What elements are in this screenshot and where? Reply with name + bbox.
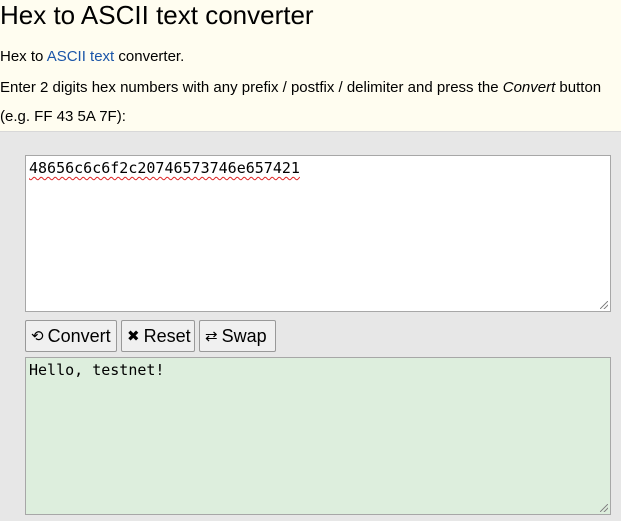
resize-handle-icon[interactable] [600,301,608,309]
intro-prefix: Hex to [0,48,47,65]
hex-input-value: 48656c6c6f2c20746573746e657421 [29,159,300,177]
ascii-output-textarea[interactable]: Hello, testnet! [25,357,611,515]
resize-handle-icon[interactable] [600,504,608,512]
intro-text: Hex to ASCII text converter. [0,48,184,66]
swap-button[interactable]: ⇄ Swap [199,320,276,352]
reset-button[interactable]: ✖ Reset [121,320,195,352]
example-text: (e.g. FF 43 5A 7F): [0,108,126,125]
refresh-icon: ⟲ [31,327,44,345]
page-title: Hex to ASCII text converter [0,0,314,30]
swap-icon: ⇄ [205,327,218,345]
swap-button-label: Swap [221,325,267,346]
instruction-text: Enter 2 digits hex numbers with any pref… [0,79,601,97]
instruction-prefix: Enter 2 digits hex numbers with any pref… [0,79,503,96]
instruction-convert-emphasis: Convert [502,79,556,96]
reset-button-label: Reset [143,325,191,346]
intro-suffix: converter. [114,48,185,65]
hex-input-textarea[interactable]: 48656c6c6f2c20746573746e657421 [25,155,611,312]
instruction-suffix: button [555,79,602,96]
convert-button-label: Convert [47,325,111,346]
convert-button[interactable]: ⟲ Convert [25,320,117,352]
close-icon: ✖ [127,327,140,345]
ascii-output-value: Hello, testnet! [29,361,165,379]
ascii-text-link[interactable]: ASCII text [47,48,115,65]
